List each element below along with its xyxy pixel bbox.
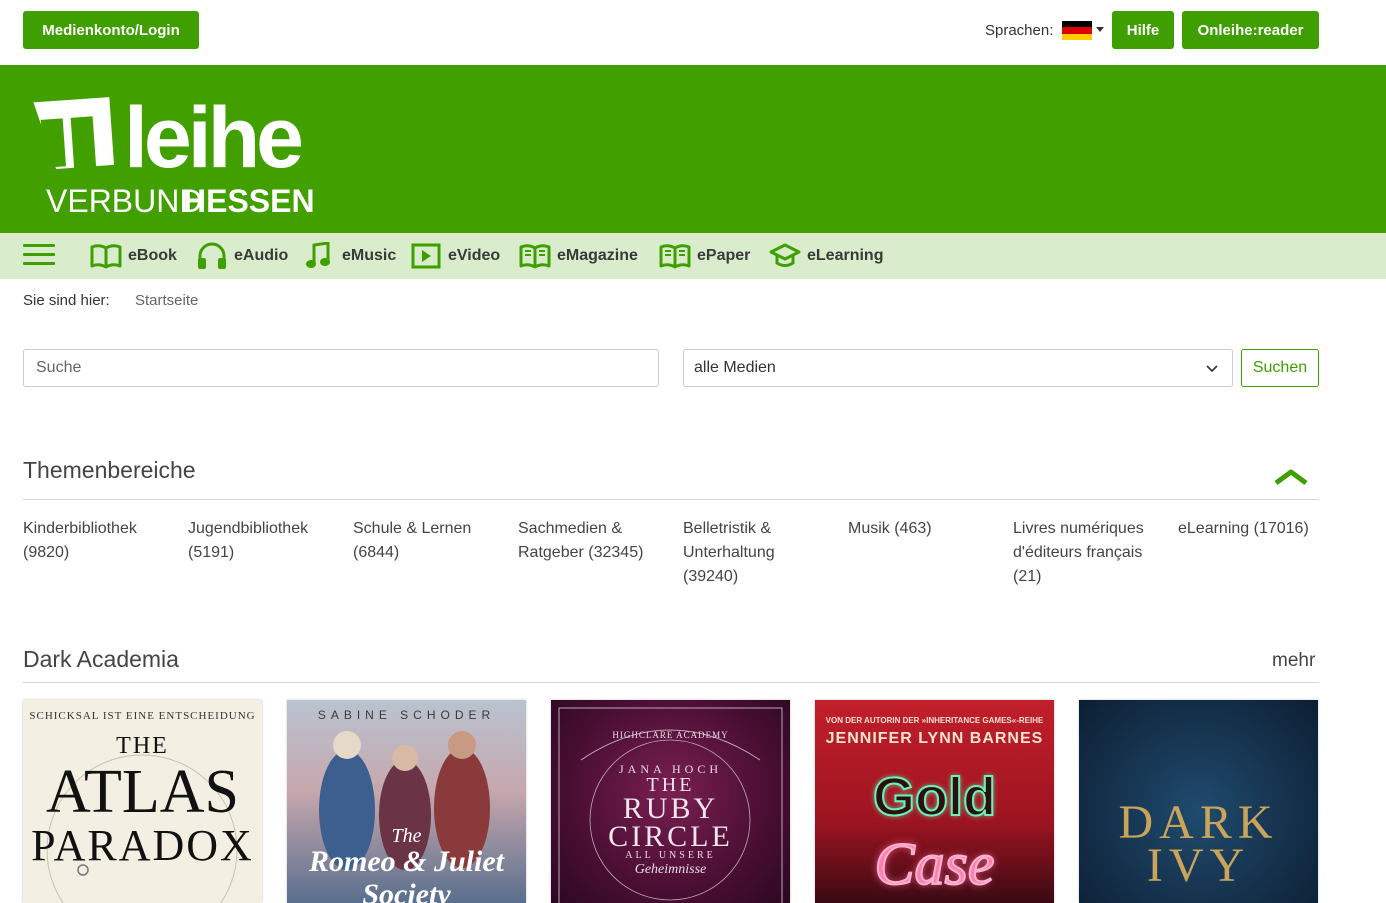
nav-emusic-label: eMusic: [342, 247, 397, 264]
breadcrumb-label: Sie sind hier:: [23, 292, 110, 309]
help-button[interactable]: Hilfe: [1112, 11, 1174, 49]
book-cover-atlas-paradox[interactable]: SCHICKSAL IST EINE ENTSCHEIDUNG THE ATLA…: [23, 700, 262, 903]
nav-emagazine[interactable]: eMagazine: [519, 241, 638, 271]
topic-link[interactable]: Sachmedien & Ratgeber (32345): [518, 517, 648, 565]
more-link[interactable]: mehr: [1272, 650, 1315, 672]
topic-link[interactable]: Livres numériques d'éditeurs français (2…: [1013, 517, 1153, 589]
book-icon: [90, 244, 122, 269]
cover-subtitle-1: ALL UNSERE: [625, 850, 716, 861]
nav-epaper[interactable]: ePaper: [659, 241, 750, 271]
nav-elearning[interactable]: eLearning: [769, 241, 883, 271]
book-cover-dark-ivy[interactable]: DARK IVY: [1079, 700, 1318, 903]
nav-evideo-label: eVideo: [448, 247, 501, 264]
language-label: Sprachen:: [985, 22, 1054, 39]
topic-link[interactable]: Schule & Lernen (6844): [353, 517, 503, 565]
header-banner: leihe VERBUND HESSEN: [0, 65, 1386, 233]
topics-divider: [23, 499, 1319, 500]
nav-emagazine-label: eMagazine: [557, 247, 638, 264]
dark-academia-title: Dark Academia: [23, 646, 179, 672]
magazine-icon: [519, 244, 551, 269]
chevron-down-icon: [1206, 365, 1218, 373]
nav-ebook-label: eBook: [128, 247, 177, 264]
book-cover-romeo-juliet-society[interactable]: SABINE SCHODER The Romeo & Juliet Societ…: [287, 700, 526, 903]
topic-link[interactable]: eLearning (17016): [1178, 517, 1328, 541]
nav-ebook[interactable]: eBook: [90, 241, 177, 271]
nav-eaudio-label: eAudio: [234, 247, 289, 264]
svg-text:VERBUND: VERBUND: [46, 183, 202, 217]
cover-title-1: THE: [116, 733, 169, 759]
topic-link[interactable]: Jugendbibliothek (5191): [188, 517, 338, 565]
cover-author: SABINE SCHODER: [317, 708, 496, 722]
cover-title-2: IVY: [1146, 839, 1251, 892]
cover-tagline: SCHICKSAL IST EINE ENTSCHEIDUNG: [29, 710, 256, 722]
nav-eaudio[interactable]: eAudio: [196, 241, 288, 271]
media-type-value: alle Medien: [694, 359, 776, 376]
nav-evideo[interactable]: eVideo: [410, 241, 500, 271]
cover-title-3: PARADOX: [31, 821, 254, 870]
chevron-up-icon[interactable]: [1274, 466, 1308, 488]
cover-tagline: VON DER AUTORIN DER »INHERITANCE GAMES«-…: [825, 716, 1044, 725]
language-caret-icon[interactable]: [1096, 27, 1104, 32]
book-cover-gold-case[interactable]: VON DER AUTORIN DER »INHERITANCE GAMES«-…: [815, 700, 1054, 903]
cover-title-2: ATLAS: [46, 758, 239, 826]
paper-icon: [659, 244, 691, 269]
german-flag-icon[interactable]: [1062, 21, 1092, 40]
video-play-icon: [411, 243, 441, 269]
media-type-select[interactable]: alle Medien: [683, 349, 1233, 387]
cover-title-2: Case: [874, 830, 996, 898]
cover-title-2: Romeo & Juliet: [309, 845, 504, 878]
music-note-icon: [306, 242, 330, 268]
search-button[interactable]: Suchen: [1241, 349, 1319, 387]
cover-series: HIGHCLARE ACADEMY: [612, 730, 729, 740]
svg-text:leihe: leihe: [124, 90, 301, 186]
topic-link[interactable]: Kinderbibliothek (9820): [23, 517, 173, 565]
media-nav: eBook eAudio eMusic eVideo eMagazine ePa…: [0, 233, 1386, 279]
cover-title-3: Society: [362, 878, 451, 903]
dark-academia-divider: [23, 682, 1319, 683]
headphones-icon: [198, 242, 226, 269]
topics-title: Themenbereiche: [23, 457, 196, 483]
cover-title-3: CIRCLE: [608, 820, 733, 853]
nav-elearning-label: eLearning: [807, 247, 884, 264]
onleihe-reader-button[interactable]: Onleihe:reader: [1182, 11, 1319, 49]
graduation-cap-icon: [769, 243, 801, 267]
topic-link[interactable]: Musik (463): [848, 517, 998, 541]
onleihe-logo[interactable]: leihe VERBUND HESSEN: [28, 77, 318, 217]
topic-link[interactable]: Belletristik & Unterhaltung (39240): [683, 517, 793, 589]
cover-author: JENNIFER LYNN BARNES: [825, 730, 1044, 747]
nav-emusic[interactable]: eMusic: [304, 241, 396, 271]
search-input[interactable]: [23, 349, 659, 387]
login-button[interactable]: Medienkonto/Login: [23, 11, 199, 49]
svg-text:HESSEN: HESSEN: [183, 183, 315, 217]
nav-epaper-label: ePaper: [697, 247, 751, 264]
book-cover-ruby-circle[interactable]: HIGHCLARE ACADEMY JANA HOCH THE RUBY CIR…: [551, 700, 790, 903]
cover-subtitle-2: Geheimnisse: [634, 862, 707, 877]
hamburger-menu-icon[interactable]: [23, 244, 55, 268]
cover-title-1: Gold: [872, 766, 997, 828]
breadcrumb-home-link[interactable]: Startseite: [135, 292, 198, 309]
